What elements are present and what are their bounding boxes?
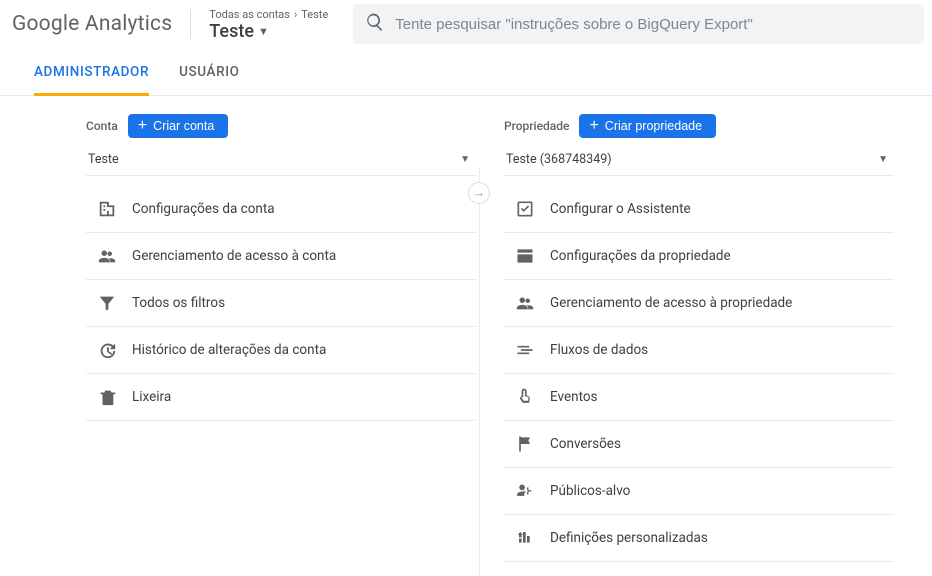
item-label: Definições personalizadas xyxy=(550,530,708,546)
account-item-history[interactable]: Histórico de alterações da conta xyxy=(86,327,476,374)
property-item-assistant[interactable]: Configurar o Assistente xyxy=(504,186,894,233)
item-label: Eventos xyxy=(550,389,598,405)
property-heading: Propriedade xyxy=(504,119,569,133)
tab-admin[interactable]: ADMINISTRADOR xyxy=(34,48,149,96)
custom-defs-icon xyxy=(514,528,536,548)
history-icon xyxy=(96,340,118,360)
property-item-streams[interactable]: Fluxos de dados xyxy=(504,327,894,374)
item-label: Gerenciamento de acesso à propriedade xyxy=(550,295,792,311)
breadcrumb-leaf: Teste xyxy=(301,8,328,21)
property-item-custom-defs[interactable]: Definições personalizadas xyxy=(504,515,894,562)
account-header: Conta + Criar conta xyxy=(86,114,476,138)
item-label: Histórico de alterações da conta xyxy=(132,342,326,358)
property-item-audiences[interactable]: Públicos-alvo xyxy=(504,468,894,515)
header-divider xyxy=(190,9,191,39)
property-item-conversions[interactable]: Conversões xyxy=(504,421,894,468)
account-item-trash[interactable]: Lixeira xyxy=(86,374,476,421)
account-item-settings[interactable]: Configurações da conta xyxy=(86,186,476,233)
property-name: Teste xyxy=(209,21,254,42)
audience-icon xyxy=(514,481,536,501)
account-item-filters[interactable]: Todos os filtros xyxy=(86,280,476,327)
item-label: Conversões xyxy=(550,436,621,452)
logo-word-2: Analytics xyxy=(85,12,172,36)
item-label: Gerenciamento de acesso à conta xyxy=(132,248,336,264)
tab-user[interactable]: USUÁRIO xyxy=(179,48,239,96)
item-label: Lixeira xyxy=(132,389,171,405)
property-header: Propriedade + Criar propriedade xyxy=(504,114,894,138)
account-selector[interactable]: Teste ▼ xyxy=(86,144,476,176)
admin-body: → Conta + Criar conta Teste ▼ Configuraç… xyxy=(0,96,932,576)
checkbox-icon xyxy=(514,199,536,219)
item-label: Públicos-alvo xyxy=(550,483,630,499)
create-account-label: Criar conta xyxy=(153,119,214,133)
admin-tabs: ADMINISTRADOR USUÁRIO xyxy=(0,48,932,96)
stream-icon xyxy=(514,340,536,360)
account-column: Conta + Criar conta Teste ▼ Configuraçõe… xyxy=(86,114,476,421)
building-icon xyxy=(96,199,118,219)
filter-icon xyxy=(96,293,118,313)
item-label: Todos os filtros xyxy=(132,295,225,311)
app-header: Google Analytics Todas as contas › Teste… xyxy=(0,0,932,48)
item-label: Fluxos de dados xyxy=(550,342,648,358)
people-icon xyxy=(96,246,118,266)
property-column: Propriedade + Criar propriedade Teste (3… xyxy=(504,114,894,562)
create-account-button[interactable]: + Criar conta xyxy=(128,114,228,138)
trash-icon xyxy=(96,387,118,407)
account-heading: Conta xyxy=(86,119,118,133)
breadcrumb: Todas as contas › Teste xyxy=(209,8,331,21)
account-item-access[interactable]: Gerenciamento de acesso à conta xyxy=(86,233,476,280)
search-input[interactable] xyxy=(395,16,912,33)
columns-wrap: Conta + Criar conta Teste ▼ Configuraçõe… xyxy=(86,114,904,576)
property-selected: Teste (368748349) xyxy=(506,152,612,167)
logo-word-1: Google xyxy=(12,12,80,36)
property-item-access[interactable]: Gerenciamento de acesso à propriedade xyxy=(504,280,894,327)
property-selector[interactable]: Teste (368748349) ▼ xyxy=(504,144,894,176)
item-label: Configurações da propriedade xyxy=(550,248,731,264)
property-name-row: Teste ▼ xyxy=(209,21,331,42)
layout-icon xyxy=(514,246,536,266)
plus-icon: + xyxy=(589,120,598,132)
create-property-button[interactable]: + Criar propriedade xyxy=(579,114,716,138)
caret-down-icon: ▼ xyxy=(460,154,470,165)
product-logo: Google Analytics xyxy=(8,12,182,36)
property-item-settings[interactable]: Configurações da propriedade xyxy=(504,233,894,280)
caret-down-icon: ▼ xyxy=(878,154,888,165)
search-icon xyxy=(365,12,385,36)
item-label: Configurações da conta xyxy=(132,201,275,217)
people-icon xyxy=(514,293,536,313)
create-property-label: Criar propriedade xyxy=(605,119,702,133)
flag-icon xyxy=(514,434,536,454)
plus-icon: + xyxy=(138,120,147,132)
item-label: Configurar o Assistente xyxy=(550,201,691,217)
account-selected: Teste xyxy=(88,152,119,167)
caret-down-icon: ▼ xyxy=(258,25,269,38)
tap-icon xyxy=(514,387,536,407)
property-item-events[interactable]: Eventos xyxy=(504,374,894,421)
search-bar[interactable] xyxy=(353,4,924,44)
property-picker[interactable]: Todas as contas › Teste Teste ▼ xyxy=(199,6,339,42)
breadcrumb-root: Todas as contas xyxy=(209,8,290,21)
chevron-right-icon: › xyxy=(294,8,297,21)
